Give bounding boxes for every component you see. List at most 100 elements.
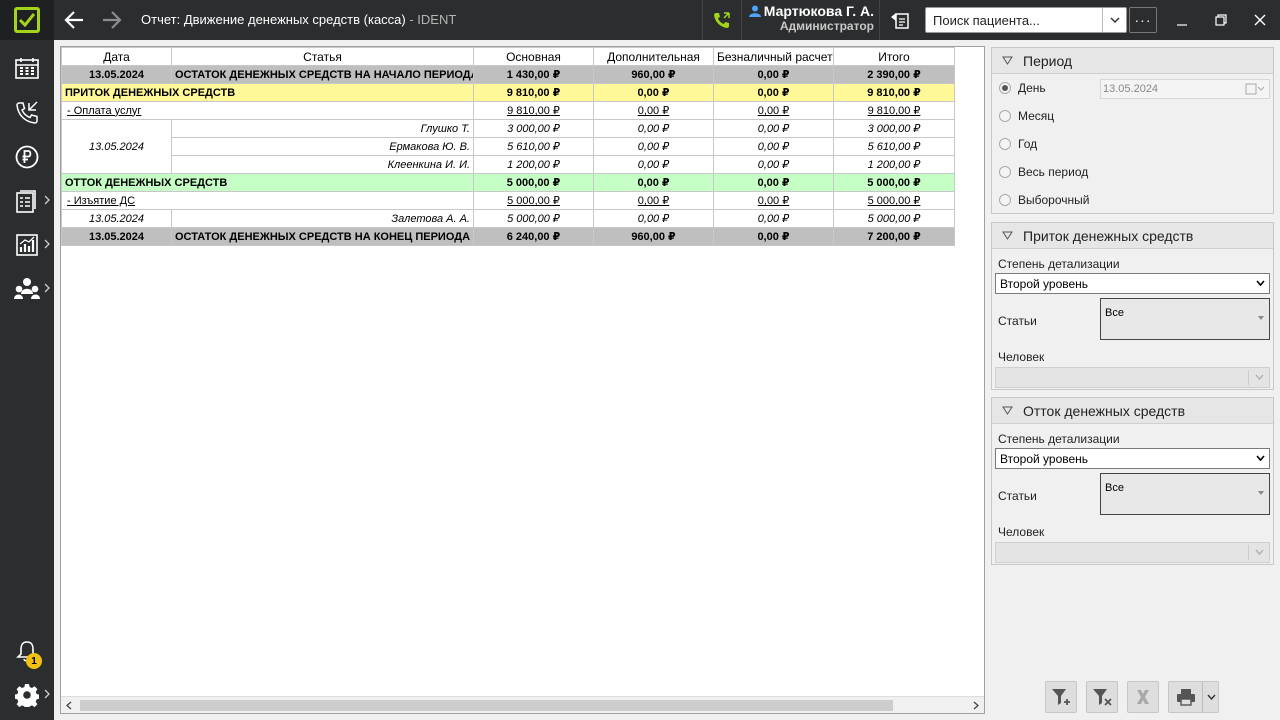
current-user[interactable]: Мартюкова Г. А. Администратор — [746, 3, 874, 33]
collapse-triangle-icon — [1002, 406, 1013, 415]
close-button[interactable] — [1245, 6, 1275, 34]
patient-search[interactable] — [925, 7, 1127, 33]
period-option-day[interactable]: День — [999, 78, 1046, 98]
patient-search-input[interactable] — [926, 9, 1102, 31]
close-icon — [1254, 14, 1266, 26]
excel-icon — [1137, 690, 1149, 704]
chevron-down-icon — [1256, 280, 1265, 287]
cell-main: 3 000,00 ₽ — [473, 119, 594, 138]
export-excel-button[interactable] — [1127, 681, 1159, 713]
print-options-dropdown[interactable] — [1203, 682, 1219, 712]
column-header[interactable]: Дата — [61, 47, 172, 66]
inflow-panel-header[interactable]: Приток денежных средств — [992, 223, 1273, 249]
cell-total[interactable]: 9 810,00 ₽ — [833, 101, 955, 120]
cell-cashless[interactable]: 0,00 ₽ — [713, 191, 834, 210]
minimize-button[interactable] — [1167, 6, 1197, 34]
cell-total[interactable]: 5 000,00 ₽ — [833, 191, 955, 210]
amount-link[interactable]: 9 810,00 ₽ — [868, 105, 921, 117]
inflow-group-row: - Оплата услуг 9 810,00 ₽ 0,00 ₽ 0,00 ₽ … — [61, 101, 955, 120]
print-button[interactable] — [1169, 682, 1203, 712]
cell-article[interactable]: - Оплата услуг — [61, 101, 474, 120]
cell-date: 13.05.2024 — [61, 209, 172, 228]
phone-calls-icon — [16, 101, 38, 124]
chevron-down-icon — [1109, 16, 1120, 23]
forward-button[interactable] — [99, 8, 125, 32]
articles-select[interactable]: Все — [1100, 473, 1270, 515]
column-header[interactable]: Безналичный расчет — [713, 47, 834, 66]
amount-link[interactable]: 5 000,00 ₽ — [507, 195, 560, 207]
scroll-right-button[interactable] — [971, 700, 981, 711]
cell-extra[interactable]: 0,00 ₽ — [593, 101, 714, 120]
person-label: Человек — [998, 525, 1045, 539]
telephony-button[interactable] — [703, 0, 741, 40]
radio-button[interactable] — [999, 82, 1011, 94]
articles-label: Статьи — [998, 314, 1037, 328]
divider — [741, 0, 742, 40]
column-header[interactable]: Основная — [473, 47, 594, 66]
sidebar-item-settings[interactable] — [0, 675, 54, 715]
cell-main: 5 610,00 ₽ — [473, 137, 594, 156]
search-dropdown-button[interactable] — [1102, 8, 1126, 32]
select-value: Второй уровень — [1000, 451, 1089, 466]
column-header[interactable]: Дополнительная — [593, 47, 714, 66]
group-link[interactable]: - Изъятие ДС — [67, 195, 135, 207]
radio-button[interactable] — [999, 194, 1011, 206]
restore-button[interactable] — [1206, 6, 1236, 34]
report-grid[interactable]: Дата Статья Основная Дополнительная Безн… — [60, 46, 985, 714]
minimize-icon — [1177, 24, 1187, 26]
back-button[interactable] — [61, 8, 87, 32]
cell-total: 5 610,00 ₽ — [833, 137, 955, 156]
detail-level-label: Степень детализации — [998, 432, 1120, 446]
amount-link[interactable]: 5 000,00 ₽ — [868, 195, 921, 207]
radio-button[interactable] — [999, 166, 1011, 178]
amount-link[interactable]: 0,00 ₽ — [638, 195, 669, 207]
period-option-year[interactable]: Год — [999, 134, 1037, 154]
clear-filter-button[interactable] — [1086, 681, 1118, 713]
chevron-right-icon — [44, 689, 50, 699]
amount-link[interactable]: 0,00 ₽ — [758, 195, 789, 207]
detail-level-select[interactable]: Второй уровень — [995, 273, 1270, 294]
radio-button[interactable] — [999, 110, 1011, 122]
horizontal-scrollbar[interactable] — [61, 696, 984, 713]
period-option-all[interactable]: Весь период — [999, 162, 1088, 182]
detail-level-select[interactable]: Второй уровень — [995, 448, 1270, 469]
sidebar-item-staff[interactable] — [0, 269, 54, 309]
scrollbar-thumb[interactable] — [80, 700, 893, 711]
app-logo[interactable] — [0, 0, 54, 40]
amount-link[interactable]: 0,00 ₽ — [638, 105, 669, 117]
cell-main[interactable]: 5 000,00 ₽ — [473, 191, 594, 210]
more-button[interactable]: ··· — [1129, 7, 1157, 33]
period-option-custom[interactable]: Выборочный — [999, 190, 1089, 210]
radio-button[interactable] — [999, 138, 1011, 150]
articles-select[interactable]: Все — [1100, 298, 1270, 340]
sidebar-item-finance[interactable] — [0, 137, 54, 177]
scroll-left-button[interactable] — [64, 700, 74, 711]
period-option-month[interactable]: Месяц — [999, 106, 1054, 126]
column-header[interactable]: Статья — [171, 47, 474, 66]
arrow-left-icon — [64, 11, 83, 29]
sidebar-item-documents[interactable] — [0, 181, 54, 221]
cell-article[interactable]: - Изъятие ДС — [61, 191, 474, 210]
cell-extra: 0,00 ₽ — [593, 209, 714, 228]
sidebar-item-reports[interactable] — [0, 225, 54, 265]
group-link[interactable]: - Оплата услуг — [67, 105, 141, 117]
divider — [879, 0, 880, 40]
apply-filter-button[interactable] — [1045, 681, 1077, 713]
column-header[interactable]: Итого — [833, 47, 955, 66]
inflow-panel: Приток денежных средств Степень детализа… — [991, 222, 1274, 390]
cell-main[interactable]: 9 810,00 ₽ — [473, 101, 594, 120]
chevron-right-icon — [44, 195, 50, 205]
notifications-button[interactable]: 1 — [0, 631, 54, 671]
documents-icon — [16, 190, 36, 213]
cell-extra[interactable]: 0,00 ₽ — [593, 191, 714, 210]
cell-cashless[interactable]: 0,00 ₽ — [713, 101, 834, 120]
sidebar-item-schedule[interactable] — [0, 48, 54, 88]
sidebar-item-calls[interactable] — [0, 93, 54, 133]
period-panel-header[interactable]: Период — [992, 48, 1273, 74]
cell-article: ОСТАТОК ДЕНЕЖНЫХ СРЕДСТВ НА НАЧАЛО ПЕРИО… — [171, 65, 474, 84]
cell-extra: 0,00 ₽ — [593, 137, 714, 156]
recent-patients-button[interactable] — [884, 6, 916, 34]
amount-link[interactable]: 9 810,00 ₽ — [507, 105, 560, 117]
amount-link[interactable]: 0,00 ₽ — [758, 105, 789, 117]
outflow-panel-header[interactable]: Отток денежных средств — [992, 398, 1273, 424]
